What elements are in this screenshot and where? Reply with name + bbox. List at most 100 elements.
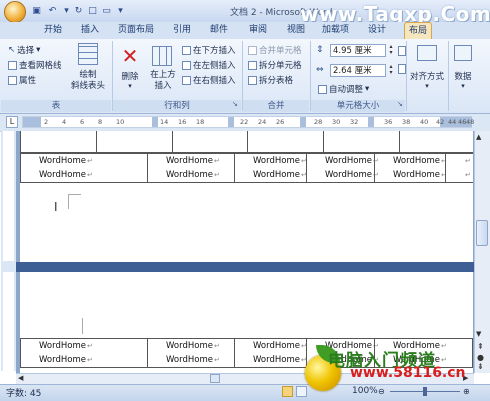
view-gridlines-button[interactable]: 查看网格线 <box>8 59 62 71</box>
select-button[interactable]: ↖ 选择 ▾ <box>8 44 40 56</box>
paragraph-mark-icon: ↵ <box>213 171 220 179</box>
zoom-out-icon[interactable]: ⊖ <box>378 387 385 396</box>
ruler-column-marker[interactable] <box>228 117 234 127</box>
autofit-icon <box>318 84 327 94</box>
table-cell[interactable]: WordHome↵ <box>234 353 307 368</box>
tab-selector[interactable]: L <box>6 116 18 128</box>
delete-button[interactable]: 删除 ▾ <box>116 70 144 90</box>
autofit-button[interactable]: 自动调整 ▾ <box>318 83 369 95</box>
word-table-top[interactable] <box>20 131 473 153</box>
previous-page-icon[interactable]: ⇞ <box>477 342 484 351</box>
dialog-launcher-icon[interactable]: ↘ <box>397 100 403 108</box>
tab-insert[interactable]: 插入 <box>81 23 99 38</box>
zoom-level[interactable]: 100% <box>352 386 378 396</box>
word-count[interactable]: 字数: 45 <box>6 386 41 399</box>
table-cell[interactable]: WordHome↵ <box>306 168 379 183</box>
ruler-column-marker[interactable] <box>152 117 158 127</box>
scrollbar-thumb[interactable] <box>476 220 488 246</box>
insert-left-button[interactable]: 在左侧插入 <box>182 59 236 71</box>
table-cell[interactable]: ↵ <box>445 168 473 183</box>
full-screen-reading-icon[interactable] <box>296 386 307 397</box>
customize-qat-icon[interactable]: ▾ <box>114 5 127 17</box>
scroll-left-icon[interactable]: ◀ <box>18 374 23 382</box>
table-cell[interactable]: WordHome↵ <box>234 168 307 183</box>
tab-mailings[interactable]: 邮件 <box>210 23 228 38</box>
height-spinner[interactable]: ▴ ▾ <box>387 44 395 57</box>
ruler-tick-label: 24 <box>258 118 267 126</box>
table-cell[interactable]: WordHome↵ <box>147 153 234 168</box>
office-button[interactable] <box>4 1 26 23</box>
table-cell[interactable]: WordHome↵ <box>306 153 379 168</box>
table-cell[interactable]: WordHome↵ <box>20 353 147 368</box>
zoom-slider-thumb[interactable] <box>423 387 427 396</box>
print-layout-view-icon[interactable] <box>282 386 293 397</box>
select-browse-object-icon[interactable]: ● <box>477 353 484 362</box>
cell-text: WordHome <box>39 341 86 351</box>
column-width-input[interactable]: 2.64 厘米 <box>330 64 386 77</box>
ruler-tick-label: 28 <box>314 118 323 126</box>
chevron-down-icon: ▾ <box>365 84 370 94</box>
open-folder-icon[interactable]: ▭ <box>100 5 113 17</box>
distribute-rows-icon[interactable] <box>398 46 406 56</box>
undo-icon[interactable]: ↶ <box>46 5 59 17</box>
table-cell[interactable] <box>323 131 400 153</box>
horizontal-scroll-thumb[interactable] <box>210 374 220 383</box>
cell-text: WordHome <box>325 170 372 180</box>
data-button[interactable]: 数据 ▾ <box>449 70 477 90</box>
table-cell[interactable]: WordHome↵ <box>234 153 307 168</box>
scroll-up-icon[interactable]: ▲ <box>476 133 481 141</box>
next-page-icon[interactable]: ⇟ <box>477 362 484 371</box>
table-cell[interactable]: WordHome↵ <box>147 338 234 353</box>
insert-below-icon <box>182 45 191 55</box>
table-cell[interactable] <box>171 131 249 153</box>
table-cell[interactable] <box>20 131 97 153</box>
ruler-tick-label: 4 <box>62 118 67 126</box>
tab-addins[interactable]: 加载项 <box>322 23 349 38</box>
draw-diagonal-header-button[interactable]: 绘制 斜线表头 <box>70 70 106 92</box>
split-cells-button[interactable]: 拆分单元格 <box>248 59 302 71</box>
table-cell[interactable] <box>398 131 473 153</box>
table-cell[interactable]: ↵ <box>445 153 473 168</box>
table-cell[interactable] <box>247 131 325 153</box>
table-cell[interactable]: WordHome↵ <box>234 338 307 353</box>
table-cell[interactable]: WordHome↵ <box>147 353 234 368</box>
save-icon[interactable]: ▣ <box>30 5 43 17</box>
ruler-column-marker[interactable] <box>300 117 306 127</box>
tab-layout[interactable]: 布局 <box>404 22 433 40</box>
ruler-tick-label: 16 <box>178 118 187 126</box>
insert-above-button[interactable]: 在上方 插入 <box>146 70 180 92</box>
table-cell[interactable]: WordHome↵ <box>20 168 147 183</box>
row-height-input[interactable]: 4.95 厘米 <box>330 44 386 57</box>
zoom-in-icon[interactable]: ⊕ <box>463 387 470 396</box>
new-document-icon[interactable]: □ <box>86 5 99 17</box>
tab-home[interactable]: 开始 <box>44 23 62 38</box>
table-cell[interactable]: WordHome↵ <box>147 168 234 183</box>
table-cell[interactable]: WordHome↵ <box>374 153 447 168</box>
redo-icon[interactable]: ↻ <box>72 5 85 17</box>
properties-button[interactable]: 属性 <box>8 74 36 86</box>
ruler-tick-label: 38 <box>402 118 411 126</box>
merge-cells-button[interactable]: 合并单元格 <box>248 44 302 56</box>
tab-view[interactable]: 视图 <box>287 23 305 38</box>
ruler-tick-label: 8 <box>98 118 103 126</box>
tab-references[interactable]: 引用 <box>173 23 191 38</box>
insert-below-button[interactable]: 在下方插入 <box>182 44 236 56</box>
tab-review[interactable]: 审阅 <box>249 23 267 38</box>
width-spinner[interactable]: ▴ ▾ <box>387 64 395 77</box>
chevron-down-icon: ▾ <box>36 45 41 55</box>
alignment-button[interactable]: 对齐方式 ▾ <box>408 70 446 90</box>
insert-right-button[interactable]: 在右侧插入 <box>182 74 236 86</box>
scroll-down-icon[interactable]: ▼ <box>476 330 481 338</box>
tab-design[interactable]: 设计 <box>368 23 386 38</box>
split-table-icon <box>248 75 257 85</box>
table-cell[interactable]: WordHome↵ <box>20 153 147 168</box>
table-cell[interactable]: WordHome↵ <box>20 338 147 353</box>
tab-page-layout[interactable]: 页面布局 <box>118 23 154 38</box>
table-cell[interactable] <box>95 131 173 153</box>
split-table-button[interactable]: 拆分表格 <box>248 74 293 86</box>
table-cell[interactable]: WordHome↵ <box>374 168 447 183</box>
distribute-columns-icon[interactable] <box>398 64 406 74</box>
ruler-column-marker[interactable] <box>368 117 374 127</box>
dialog-launcher-icon[interactable]: ↘ <box>232 100 238 108</box>
chevron-down-icon: ▾ <box>425 82 429 90</box>
